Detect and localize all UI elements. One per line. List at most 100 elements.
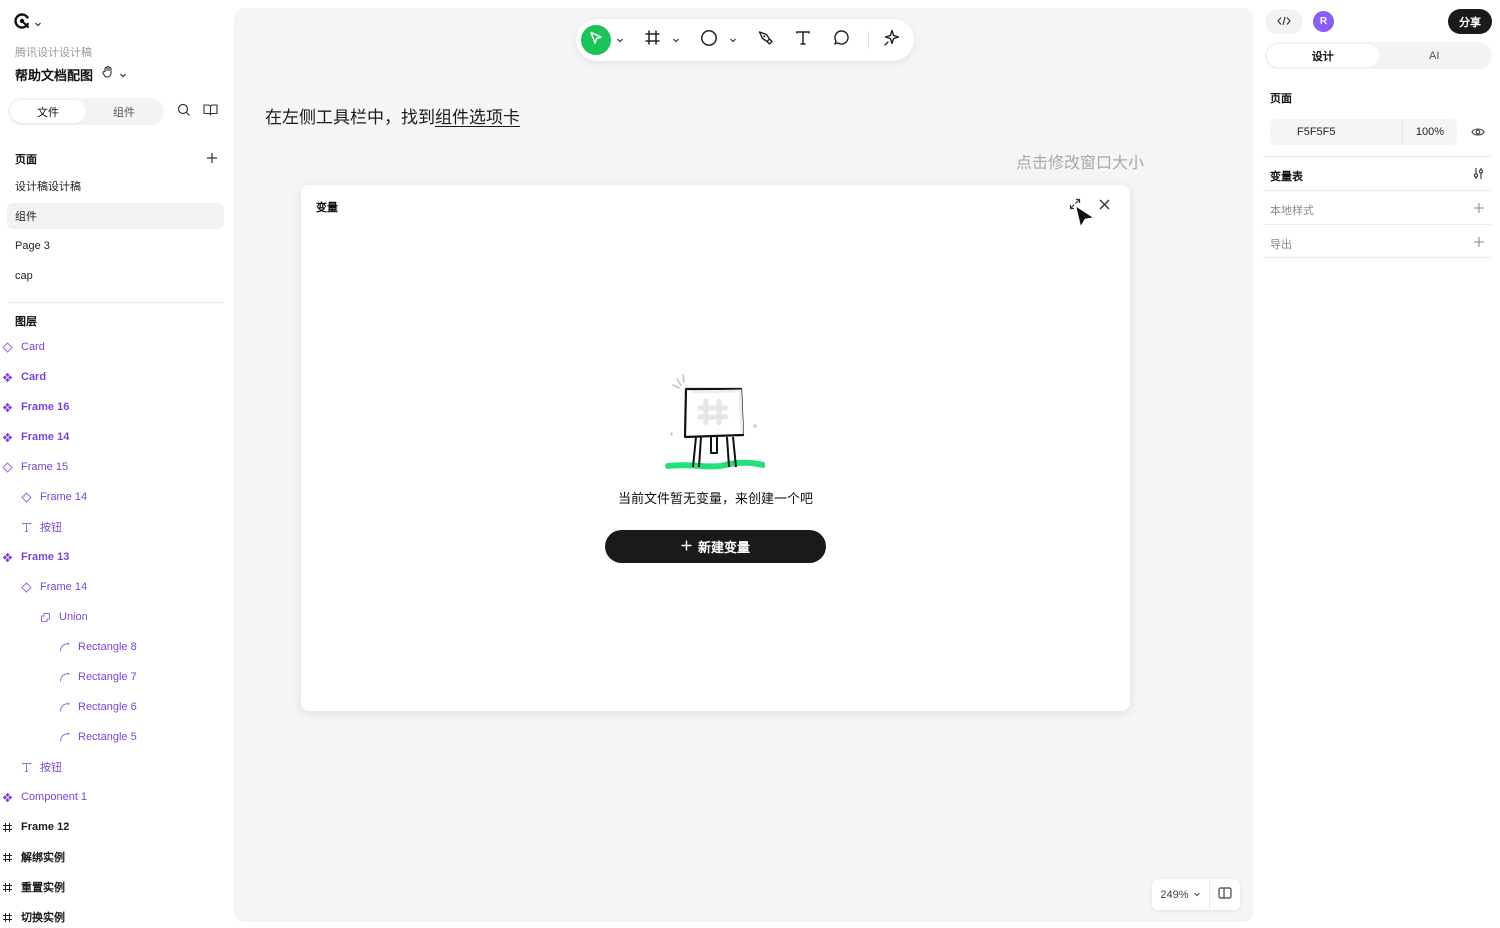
pen-tool-button[interactable]	[751, 19, 779, 61]
text-icon	[21, 522, 32, 533]
layer-item[interactable]: Component 1	[2, 786, 87, 808]
tab-ai[interactable]: AI	[1379, 44, 1491, 67]
component-icon	[2, 552, 13, 563]
layer-item[interactable]: Frame 16	[2, 396, 69, 418]
component-icon	[2, 792, 13, 803]
layer-item[interactable]: Frame 14	[21, 576, 87, 598]
variables-dialog: 变量 当前文件暂无变量，来创建一个吧 新建变量	[301, 185, 1130, 711]
page-color-opacity[interactable]: 100%	[1403, 126, 1457, 138]
file-title[interactable]: 帮助文档配图	[15, 65, 93, 84]
avatar[interactable]: R	[1313, 11, 1334, 32]
page-item[interactable]: 设计稿设计稿	[7, 173, 224, 199]
frame-tool-menu-button[interactable]	[670, 19, 682, 61]
layer-item[interactable]: Rectangle 7	[59, 666, 137, 688]
component-instance-icon	[2, 341, 13, 353]
empty-state-message: 当前文件暂无变量，来创建一个吧	[617, 491, 813, 506]
shape-tool-menu-button[interactable]	[727, 19, 739, 61]
tutorial-instruction: 在左侧工具栏中，找到组件选项卡	[265, 103, 520, 128]
search-icon[interactable]	[177, 103, 191, 122]
layer-label: Card	[21, 341, 45, 353]
layer-label: Rectangle 6	[78, 701, 137, 713]
plus-icon	[681, 539, 692, 554]
chevron-down-icon	[119, 66, 127, 84]
zoom-controls: 249%	[1152, 879, 1240, 910]
variables-row[interactable]: 变量表	[1263, 156, 1492, 190]
local-styles-row[interactable]: 本地样式	[1263, 190, 1492, 224]
layer-item[interactable]: 重置实例	[2, 876, 65, 898]
create-variable-button[interactable]: 新建变量	[605, 530, 826, 563]
ai-sparkle-pin-icon	[883, 29, 901, 52]
layer-label: 重置实例	[21, 882, 65, 894]
add-export-plus-icon[interactable]	[1473, 235, 1485, 253]
layer-item[interactable]: Rectangle 8	[59, 636, 137, 658]
canvas[interactable]: 在左侧工具栏中，找到组件选项卡 点击修改窗口大小 变量 当前文件暂无变量，来创建…	[234, 8, 1253, 922]
tab-components[interactable]: 组件	[86, 100, 162, 123]
add-style-plus-icon[interactable]	[1473, 201, 1485, 219]
layer-item[interactable]: Card	[2, 336, 45, 358]
component-icon	[2, 402, 13, 413]
vector-icon	[59, 642, 70, 653]
layer-label: Frame 13	[21, 551, 70, 563]
zoom-dropdown[interactable]: 249%	[1152, 879, 1210, 910]
local-styles-label: 本地样式	[1270, 205, 1314, 217]
right-panel: R 分享 设计 AI 页面 F5F5F5 100% 变量表 本地样式 导出	[1258, 0, 1500, 928]
shape-tool-button[interactable]	[695, 19, 723, 61]
page-color-hex[interactable]: F5F5F5	[1270, 119, 1403, 145]
layer-item[interactable]: Frame 14	[2, 426, 69, 448]
chevron-down-icon	[1193, 889, 1201, 901]
frame-hash-icon	[644, 29, 661, 51]
eye-icon[interactable]	[1471, 125, 1485, 143]
layer-item[interactable]: 按钮	[21, 756, 62, 778]
vector-icon	[59, 672, 70, 683]
page-item[interactable]: Page 3	[7, 233, 224, 259]
create-variable-label: 新建变量	[697, 540, 750, 555]
dev-mode-button[interactable]	[1265, 9, 1303, 34]
text-t-icon	[795, 30, 811, 51]
split-panel-icon	[1218, 886, 1232, 904]
mouse-cursor-icon	[1072, 203, 1098, 236]
layer-label: Frame 16	[21, 401, 70, 413]
tab-design[interactable]: 设计	[1267, 44, 1379, 67]
layer-item[interactable]: 解绑实例	[2, 846, 65, 868]
layer-item[interactable]: 切换实例	[2, 906, 65, 928]
tab-files[interactable]: 文件	[10, 100, 86, 123]
move-tool-button[interactable]	[581, 25, 611, 55]
page-item[interactable]: 组件	[7, 203, 224, 229]
library-book-icon[interactable]	[203, 103, 218, 122]
layer-item[interactable]: Union	[40, 606, 88, 628]
layer-item[interactable]: Frame 15	[2, 456, 68, 478]
dialog-title: 变量	[316, 202, 338, 214]
file-menu-button[interactable]	[101, 65, 127, 84]
page-item[interactable]: cap	[7, 263, 224, 289]
export-row[interactable]: 导出	[1263, 224, 1492, 258]
variables-settings-icon[interactable]	[1472, 167, 1485, 185]
toggle-panel-button[interactable]	[1210, 886, 1240, 904]
share-button[interactable]: 分享	[1448, 9, 1492, 34]
add-page-plus-icon[interactable]	[206, 151, 218, 169]
instruction-link[interactable]: 组件选项卡	[435, 108, 520, 127]
frame-tool-button[interactable]	[638, 19, 666, 61]
text-tool-button[interactable]	[789, 19, 817, 61]
layer-item[interactable]: Frame 14	[21, 486, 87, 508]
layer-label: Frame 14	[40, 491, 88, 503]
pages-header: 页面	[15, 154, 37, 166]
layer-label: Frame 12	[21, 821, 70, 833]
app-menu[interactable]	[13, 12, 42, 35]
layer-item[interactable]: Card	[2, 366, 46, 388]
close-icon[interactable]	[1098, 198, 1111, 216]
layer-item[interactable]: 按钮	[21, 516, 62, 538]
page-section-header: 页面	[1270, 93, 1292, 105]
layer-label: Frame 15	[21, 461, 69, 473]
layer-label: Union	[59, 611, 88, 623]
comment-tool-button[interactable]	[827, 19, 855, 61]
pen-icon	[757, 29, 774, 51]
page-color-field[interactable]: F5F5F5 100%	[1270, 119, 1457, 145]
ai-tool-button[interactable]	[878, 19, 906, 61]
layer-item[interactable]: Rectangle 6	[59, 696, 137, 718]
layer-item[interactable]: Frame 12	[2, 816, 69, 838]
layer-label: 按钮	[40, 762, 62, 774]
layer-item[interactable]: Rectangle 5	[59, 726, 137, 748]
divider	[8, 302, 224, 303]
layer-item[interactable]: Frame 13	[2, 546, 69, 568]
move-tool-menu-button[interactable]	[614, 19, 626, 61]
